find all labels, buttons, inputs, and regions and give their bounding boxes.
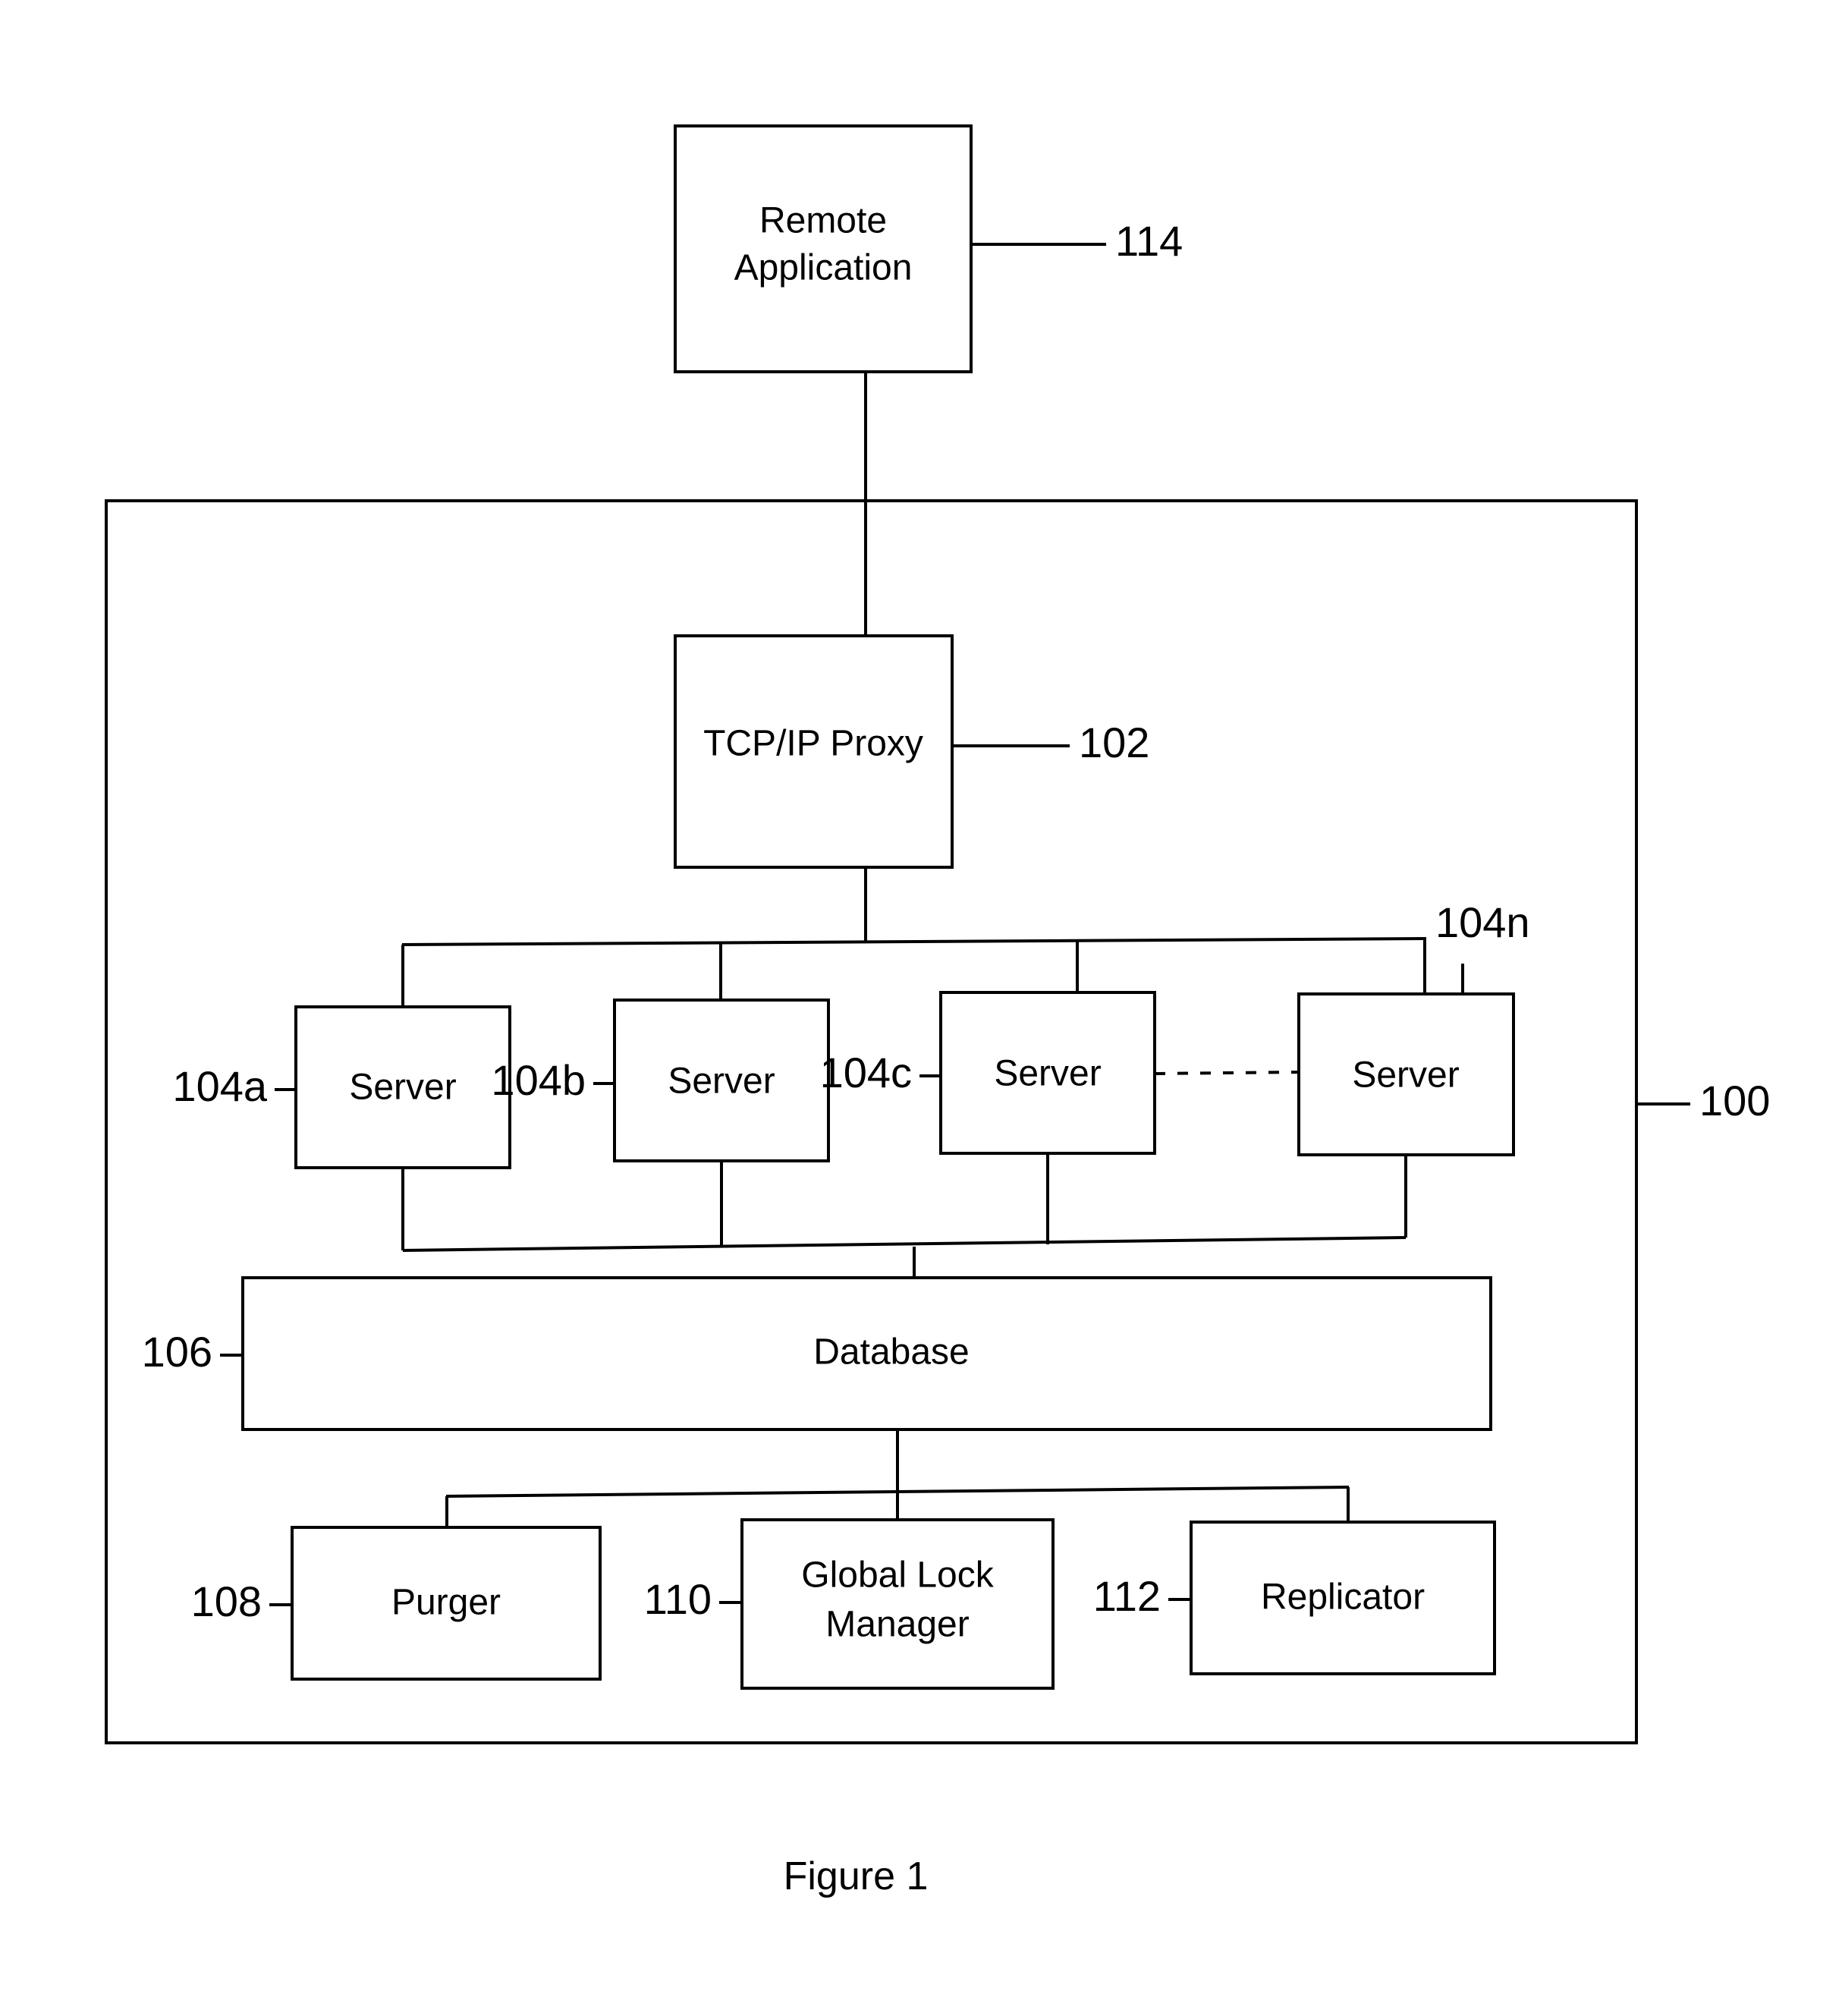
figure-caption: Figure 1 — [784, 1854, 929, 1898]
server-bus-lower — [402, 1236, 1407, 1252]
patent-figure: 100 Remote Application 114 TCP/IP Proxy … — [0, 0, 1842, 2016]
server-n-label: Server — [1352, 1055, 1459, 1096]
system-architecture-diagram: 100 Remote Application 114 TCP/IP Proxy … — [105, 124, 1770, 1898]
ref-number-112: 112 — [1093, 1572, 1161, 1620]
server-c-label: Server — [994, 1054, 1101, 1094]
database-label: Database — [813, 1332, 969, 1373]
ref-number-102: 102 — [1079, 719, 1149, 766]
server-a-label: Server — [349, 1068, 456, 1108]
global-lock-manager-label-line1: Global Lock — [801, 1555, 994, 1596]
ref-number-114: 114 — [1115, 217, 1183, 265]
ref-number-104n: 104n — [1435, 898, 1530, 946]
ref-number-110: 110 — [644, 1575, 712, 1623]
ref-number-108: 108 — [191, 1577, 262, 1625]
server-bus-upper — [401, 937, 1427, 946]
ref-number-104a: 104a — [172, 1062, 267, 1110]
ref-number-100: 100 — [1699, 1077, 1770, 1124]
connector-servers-ellipsis-dashed — [1154, 1071, 1300, 1075]
ref-number-104c: 104c — [820, 1049, 912, 1096]
remote-application-label-line1: Remote — [759, 201, 887, 241]
tcp-ip-proxy-label: TCP/IP Proxy — [703, 724, 923, 764]
ref-number-106: 106 — [142, 1328, 212, 1376]
replicator-label: Replicator — [1261, 1577, 1425, 1618]
remote-application-label-line2: Application — [734, 248, 913, 288]
server-b-label: Server — [668, 1061, 775, 1102]
ref-number-104b: 104b — [491, 1056, 586, 1104]
global-lock-manager-label-line2: Manager — [825, 1605, 969, 1645]
purger-label: Purger — [391, 1583, 501, 1623]
